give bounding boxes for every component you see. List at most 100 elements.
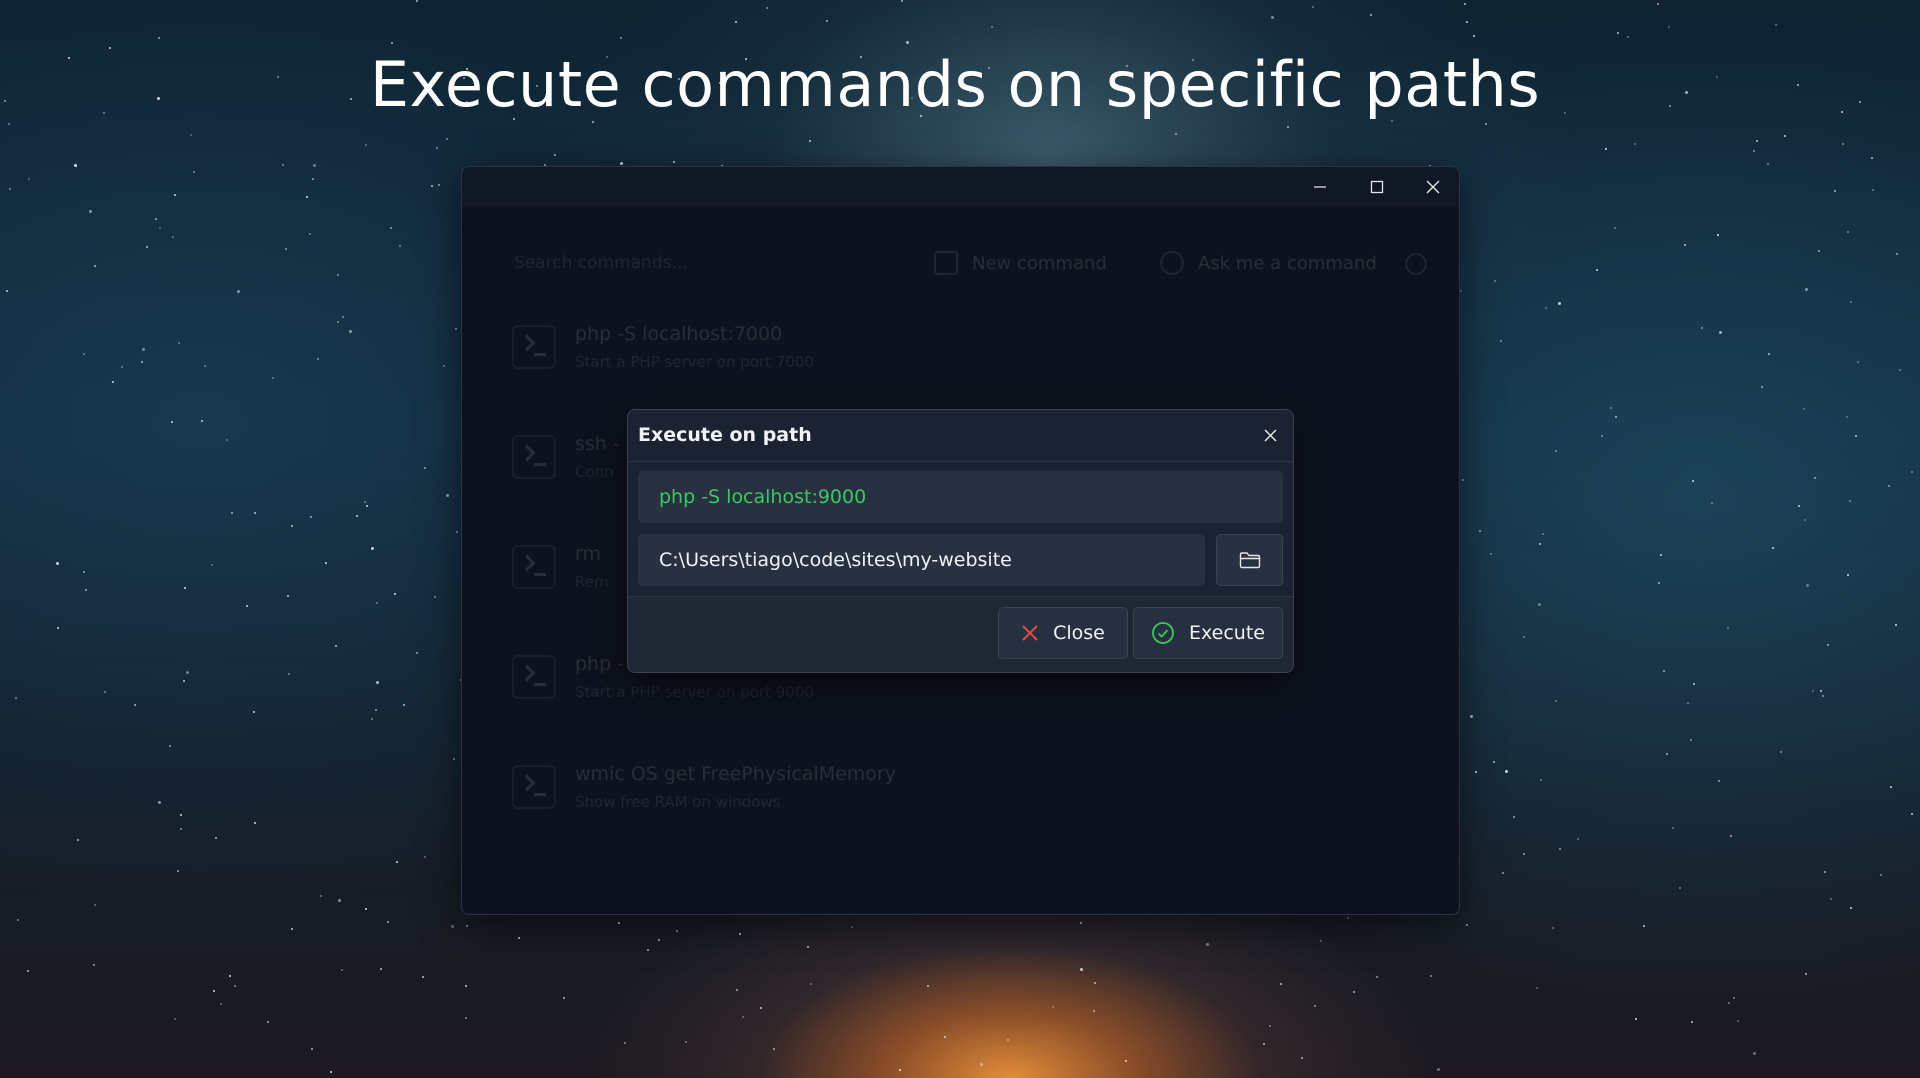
- star-dot: [453, 758, 455, 760]
- star-dot: [403, 704, 405, 706]
- star-dot: [371, 547, 374, 550]
- star-dot: [438, 184, 440, 186]
- star-dot: [434, 596, 436, 598]
- dialog-footer: Close Execute: [628, 596, 1293, 672]
- star-dot: [618, 922, 620, 924]
- path-field[interactable]: [638, 534, 1205, 586]
- star-dot: [1007, 1039, 1009, 1041]
- star-dot: [267, 1021, 269, 1023]
- close-button[interactable]: Close: [998, 607, 1128, 659]
- star-dot: [1627, 36, 1629, 38]
- star-dot: [1672, 827, 1674, 829]
- star-dot: [155, 218, 157, 220]
- star-dot: [288, 673, 290, 675]
- star-dot: [1753, 1052, 1756, 1055]
- star-dot: [416, 0, 418, 2]
- star-dot: [736, 989, 738, 991]
- star-dot: [387, 921, 389, 923]
- star-dot: [1540, 779, 1542, 781]
- star-dot: [1635, 1018, 1637, 1020]
- star-dot: [1668, 26, 1670, 28]
- star-dot: [169, 745, 171, 747]
- star-dot: [1842, 143, 1844, 145]
- star-dot: [1347, 917, 1349, 919]
- star-dot: [311, 1048, 313, 1050]
- star-dot: [1376, 976, 1378, 978]
- star-dot: [742, 1016, 744, 1018]
- star-dot: [93, 964, 95, 966]
- star-dot: [1175, 133, 1177, 135]
- star-dot: [1614, 227, 1616, 229]
- star-dot: [1690, 739, 1692, 741]
- star-dot: [1660, 554, 1662, 556]
- star-dot: [1684, 244, 1686, 246]
- star-dot: [1605, 148, 1607, 150]
- star-dot: [394, 593, 396, 595]
- star-dot: [416, 652, 418, 654]
- star-dot: [1911, 813, 1913, 815]
- star-dot: [1500, 340, 1502, 342]
- star-dot: [364, 501, 366, 503]
- star-dot: [1798, 505, 1800, 507]
- star-dot: [356, 515, 358, 517]
- star-dot: [1849, 500, 1851, 502]
- star-dot: [1753, 150, 1755, 152]
- execute-button[interactable]: Execute: [1133, 607, 1283, 659]
- page-headline: Execute commands on specific paths: [369, 48, 1541, 121]
- star-dot: [991, 26, 993, 28]
- command-field[interactable]: [638, 471, 1283, 523]
- star-dot: [1601, 435, 1603, 437]
- star-dot: [1437, 1068, 1440, 1071]
- star-dot: [134, 704, 136, 706]
- browse-folder-button[interactable]: [1216, 534, 1283, 586]
- star-dot: [456, 531, 458, 533]
- star-dot: [180, 828, 182, 830]
- star-dot: [15, 697, 17, 699]
- star-dot: [1314, 1005, 1316, 1007]
- star-dot: [1312, 6, 1314, 8]
- star-dot: [980, 1063, 983, 1066]
- star-dot: [85, 589, 87, 591]
- star-dot: [1485, 123, 1487, 125]
- close-x-icon: [1022, 625, 1038, 641]
- star-dot: [760, 1007, 762, 1009]
- star-dot: [237, 290, 240, 293]
- star-dot: [735, 21, 737, 23]
- star-dot: [1479, 530, 1481, 532]
- star-dot: [1847, 574, 1849, 576]
- star-dot: [141, 361, 143, 363]
- star-dot: [1827, 644, 1829, 646]
- star-dot: [1094, 982, 1096, 984]
- star-dot: [465, 1017, 467, 1019]
- star-dot: [592, 121, 594, 123]
- star-dot: [466, 925, 468, 927]
- star-dot: [1466, 924, 1468, 926]
- star-dot: [310, 516, 312, 518]
- star-dot: [180, 814, 182, 816]
- star-dot: [1538, 603, 1541, 606]
- star-dot: [424, 856, 426, 858]
- star-dot: [338, 899, 341, 902]
- star-dot: [246, 605, 248, 607]
- star-dot: [1536, 987, 1538, 989]
- star-dot: [94, 904, 96, 906]
- star-dot: [1880, 874, 1882, 876]
- star-dot: [1610, 407, 1612, 409]
- star-dot: [375, 709, 377, 711]
- star-dot: [1911, 471, 1913, 473]
- star-dot: [1847, 231, 1849, 233]
- star-dot: [112, 381, 114, 383]
- star-dot: [231, 512, 233, 514]
- star-dot: [1872, 189, 1874, 191]
- star-dot: [1280, 983, 1282, 985]
- star-dot: [220, 1003, 222, 1005]
- star-dot: [253, 711, 255, 713]
- star-dot: [455, 328, 457, 330]
- star-dot: [1462, 479, 1464, 481]
- star-dot: [1850, 907, 1852, 909]
- star-dot: [158, 37, 160, 39]
- dialog-close-button[interactable]: [1257, 422, 1283, 448]
- star-dot: [201, 420, 203, 422]
- star-dot: [1780, 751, 1782, 753]
- star-dot: [174, 1018, 176, 1020]
